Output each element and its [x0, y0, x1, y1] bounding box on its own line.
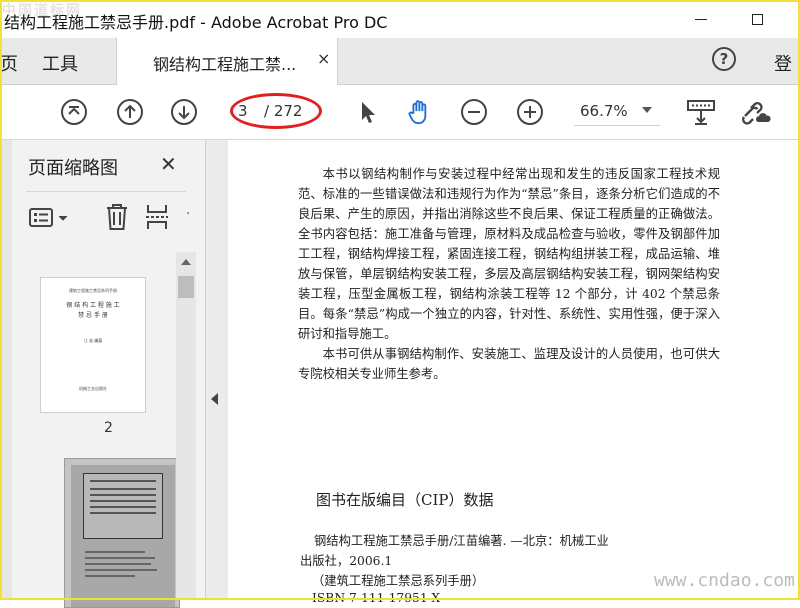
tab-close-icon[interactable]: × — [317, 49, 330, 68]
cip-line: （建筑工程施工禁忌系列手册） — [312, 574, 485, 588]
thumb-series: 建筑工程施工禁忌系列手册 — [69, 288, 117, 293]
minimize-button[interactable] — [686, 6, 716, 32]
share-link-icon[interactable] — [740, 98, 772, 126]
body-paragraph-1: 本书以钢结构制作与安装过程中经常出现和发生的违反国家工程技术规范、标准的一些错误… — [298, 167, 720, 341]
zoom-caret-icon — [642, 107, 652, 113]
tab-document[interactable]: 钢结构工程施工禁... × — [116, 38, 338, 85]
page-thumbnail-3-selected[interactable] — [64, 458, 180, 608]
tab-home[interactable]: 页 — [0, 50, 18, 76]
thumbnail-options-icon[interactable] — [28, 206, 74, 230]
scroll-thumb[interactable] — [178, 276, 194, 298]
more-tools-icon[interactable]: · — [186, 206, 190, 222]
body-paragraph-2: 本书可供从事钢结构制作、安装施工、监理及设计的人员使用，也可供大专院校相关专业师… — [298, 347, 720, 381]
page-thumbnail-2[interactable]: 建筑工程施工禁忌系列手册 钢 结 构 工 程 施 工 禁 忌 手 册 江 苗 编… — [40, 277, 146, 413]
collapse-panel-icon[interactable] — [211, 393, 218, 405]
document-page: 本书以钢结构制作与安装过程中经常出现和发生的违反国家工程技术规范、标准的一些错误… — [228, 140, 800, 605]
tab-document-label: 钢结构工程施工禁... — [153, 55, 297, 74]
zoom-out-icon[interactable] — [460, 98, 488, 126]
zoom-in-icon[interactable] — [516, 98, 544, 126]
page-body: 本书以钢结构制作与安装过程中经常出现和发生的违反国家工程技术规范、标准的一些错误… — [298, 164, 720, 384]
zoom-select[interactable]: 66.7% — [574, 99, 660, 126]
cip-line: ISBN 7-111-17951-X — [312, 591, 441, 605]
annotation-ellipse — [230, 93, 322, 129]
title-bar: 中国道标网 结构工程施工禁忌手册.pdf - Adobe Acrobat Pro… — [0, 0, 800, 38]
keyboard-scroll-icon[interactable] — [686, 98, 716, 126]
page-thumbnail-3 — [71, 465, 175, 607]
thumbnail-page-label: 2 — [104, 420, 113, 436]
hand-tool-icon[interactable] — [404, 98, 434, 126]
help-icon[interactable]: ? — [712, 47, 736, 71]
thumb-text-block — [83, 473, 163, 539]
login-button[interactable]: 登 — [774, 50, 792, 76]
select-arrow-icon[interactable] — [354, 98, 382, 126]
scroll-up-icon[interactable] — [181, 259, 191, 265]
trash-icon[interactable] — [104, 202, 130, 232]
panel-divider — [26, 191, 186, 192]
panel-title: 页面缩略图 — [28, 158, 118, 179]
tab-tools[interactable]: 工具 — [42, 50, 78, 76]
thumb-title-a: 钢 结 构 工 程 施 工 — [66, 302, 120, 309]
thumb-title-b: 禁 忌 手 册 — [78, 312, 108, 319]
tab-bar: 页 工具 钢结构工程施工禁... × ? 登 — [0, 38, 800, 85]
maximize-button[interactable] — [742, 6, 772, 32]
toolbar: / 272 66.7% — [0, 85, 800, 140]
thumbnail-scrollbar[interactable] — [176, 252, 196, 600]
cip-heading: 图书在版编目（CIP）数据 — [316, 491, 494, 509]
first-page-icon[interactable] — [60, 98, 88, 126]
thumb-publisher: 机械工业出版社 — [79, 386, 107, 391]
thumb-author: 江 苗 编著 — [83, 338, 103, 343]
cip-line: 钢结构工程施工禁忌手册/江苗编著. —北京：机械工业 — [314, 534, 609, 548]
thumbnail-panel: 页面缩略图 ✕ · 建筑工程施工禁忌系列手册 钢 结 构 工 程 施 工 禁 忌… — [12, 140, 206, 608]
window-title: 结构工程施工禁忌手册.pdf - Adobe Acrobat Pro DC — [4, 13, 388, 32]
next-page-icon[interactable] — [170, 98, 198, 126]
insert-page-icon[interactable] — [144, 202, 170, 232]
zoom-value: 66.7% — [580, 102, 628, 120]
cip-line: 出版社，2006.1 — [300, 554, 393, 568]
prev-page-icon[interactable] — [116, 98, 144, 126]
panel-close-icon[interactable]: ✕ — [160, 152, 177, 176]
site-watermark: www.cndao.com — [654, 570, 795, 591]
